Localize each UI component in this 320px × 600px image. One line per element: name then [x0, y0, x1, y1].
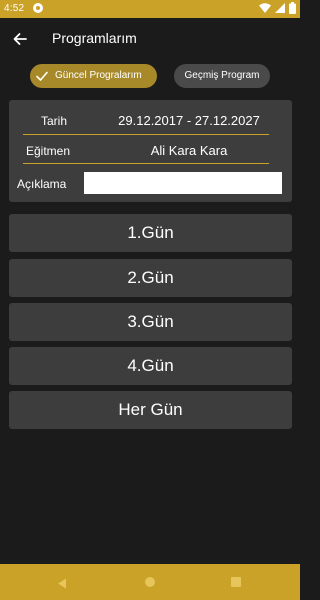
day-button-4[interactable]: 4.Gün: [9, 347, 292, 385]
nav-recents-icon[interactable]: [231, 577, 241, 587]
date-label: Tarih: [41, 114, 68, 128]
page-title: Programlarım: [52, 30, 137, 46]
app-screen: 4:52 Programlarım Güncel Progralarım Geç…: [0, 0, 300, 600]
wifi-icon: [259, 3, 272, 13]
tab-current-label: Güncel Progralarım: [55, 70, 142, 81]
status-icons: [259, 2, 296, 16]
system-nav-bar: [0, 564, 300, 600]
date-value: 29.12.2017 - 27.12.2027: [118, 113, 260, 128]
nav-home-icon[interactable]: [145, 577, 155, 587]
day-button-3[interactable]: 3.Gün: [9, 303, 292, 341]
day-button-2[interactable]: 2.Gün: [9, 259, 292, 297]
status-time: 4:52: [4, 3, 25, 14]
trainer-label: Eğitmen: [26, 144, 71, 158]
program-info-card: Tarih 29.12.2017 - 27.12.2027 Eğitmen Al…: [9, 100, 292, 202]
notification-icon: [33, 3, 43, 13]
nav-back-icon[interactable]: [57, 576, 67, 594]
trainer-underline: [23, 163, 269, 164]
day-button-1[interactable]: 1.Gün: [9, 214, 292, 252]
status-bar: 4:52: [0, 0, 300, 18]
tab-current-programs[interactable]: Güncel Progralarım: [30, 64, 157, 88]
note-input[interactable]: [84, 172, 282, 194]
note-label: Açıklama: [17, 177, 67, 191]
date-underline: [23, 134, 269, 135]
battery-icon: [289, 2, 296, 14]
tab-past-programs[interactable]: Geçmiş Program: [174, 64, 270, 88]
check-icon: [35, 69, 49, 86]
trainer-value: Ali Kara Kara: [150, 143, 228, 158]
app-bar: Programlarım: [0, 18, 300, 60]
day-button-every-day[interactable]: Her Gün: [9, 391, 292, 429]
signal-icon: [275, 3, 286, 13]
back-arrow-icon[interactable]: [10, 29, 30, 49]
